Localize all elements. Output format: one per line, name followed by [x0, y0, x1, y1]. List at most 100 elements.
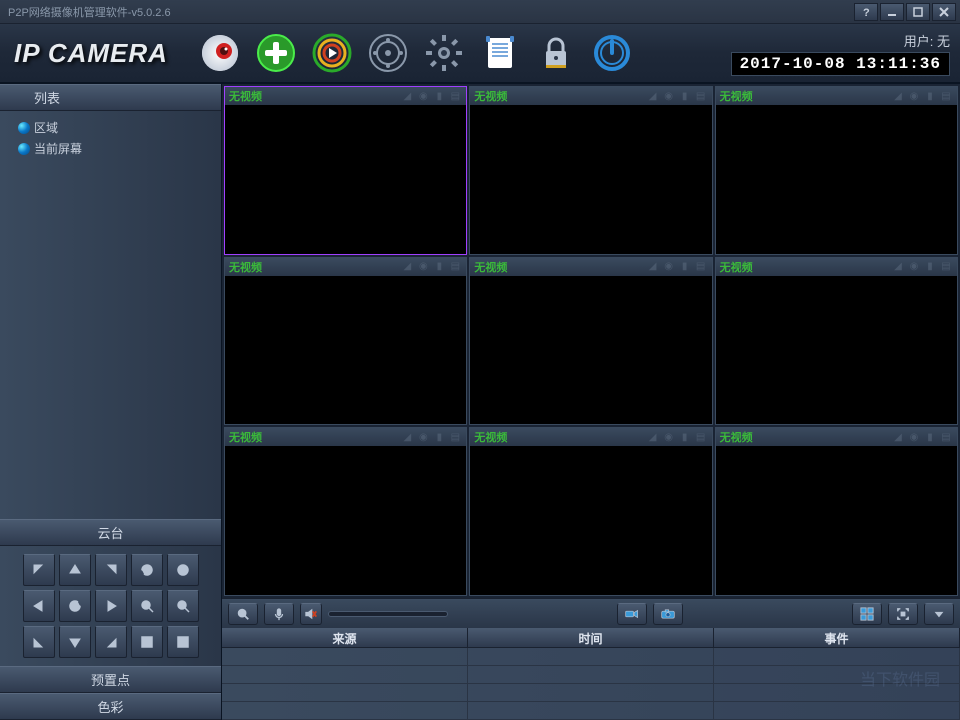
speaker-icon: ◉	[416, 430, 430, 444]
settings-button[interactable]	[422, 31, 466, 75]
event-table-body[interactable]	[222, 648, 960, 720]
video-cell-icons: ◢ ◉ ▮ ▤	[400, 260, 462, 274]
app-title: P2P网络摄像机管理软件-v5.0.2.6	[4, 4, 854, 20]
ptz-home[interactable]	[59, 590, 91, 622]
ptz-zoom-out[interactable]	[167, 590, 199, 622]
snapshot-button[interactable]	[653, 603, 683, 625]
record-icon: ▮	[923, 89, 937, 103]
speaker-icon: ◉	[416, 260, 430, 274]
ptz-down-right[interactable]	[95, 626, 127, 658]
video-cell-icons: ◢ ◉ ▮ ▤	[646, 89, 708, 103]
ptz-up[interactable]	[59, 554, 91, 586]
event-table: 来源 时间 事件	[222, 628, 960, 720]
ptz-focus-near[interactable]	[131, 626, 163, 658]
video-cell-icons: ◢ ◉ ▮ ▤	[646, 260, 708, 274]
ptz-rotate-cw[interactable]	[131, 554, 163, 586]
record-icon: ▮	[678, 260, 692, 274]
ptz-left[interactable]	[23, 590, 55, 622]
video-cell-icons: ◢ ◉ ▮ ▤	[400, 89, 462, 103]
lock-button[interactable]	[534, 31, 578, 75]
video-cell-4[interactable]: 无视频 ◢ ◉ ▮ ▤	[224, 257, 467, 426]
video-cell-header: 无视频 ◢ ◉ ▮ ▤	[470, 428, 711, 446]
volume-slider[interactable]	[328, 611, 448, 617]
video-cell-header: 无视频 ◢ ◉ ▮ ▤	[225, 87, 466, 105]
video-cell-5[interactable]: 无视频 ◢ ◉ ▮ ▤	[469, 257, 712, 426]
video-cell-icons: ◢ ◉ ▮ ▤	[891, 430, 953, 444]
preset-section-header[interactable]: 预置点	[0, 666, 221, 693]
speaker-icon: ◉	[662, 430, 676, 444]
video-cell-6[interactable]: 无视频 ◢ ◉ ▮ ▤	[715, 257, 958, 426]
window-controls: ?	[854, 3, 956, 21]
table-row	[222, 648, 960, 666]
video-cell-label: 无视频	[720, 429, 891, 445]
video-cell-7[interactable]: 无视频 ◢ ◉ ▮ ▤	[224, 427, 467, 596]
close-button[interactable]	[932, 3, 956, 21]
add-button[interactable]	[254, 31, 298, 75]
ptz-up-right[interactable]	[95, 554, 127, 586]
mic-icon: ◢	[400, 430, 414, 444]
header: IP CAMERA 用户: 无 2017-10-08 13	[0, 24, 960, 84]
search-button[interactable]	[228, 603, 258, 625]
minimize-button[interactable]	[880, 3, 904, 21]
mic-icon: ◢	[891, 260, 905, 274]
speaker-icon: ◉	[907, 430, 921, 444]
log-button[interactable]	[478, 31, 522, 75]
help-button[interactable]: ?	[854, 3, 878, 21]
dropdown-button[interactable]	[924, 603, 954, 625]
video-cell-label: 无视频	[229, 259, 400, 275]
record-icon: ▮	[923, 260, 937, 274]
record-button[interactable]	[366, 31, 410, 75]
list-section-header[interactable]: 列表	[0, 84, 221, 111]
video-cell-3[interactable]: 无视频 ◢ ◉ ▮ ▤	[715, 86, 958, 255]
ptz-section-header[interactable]: 云台	[0, 519, 221, 546]
ptz-down[interactable]	[59, 626, 91, 658]
power-button[interactable]	[590, 31, 634, 75]
mic-button[interactable]	[264, 603, 294, 625]
record-toggle-button[interactable]	[617, 603, 647, 625]
video-cell-8[interactable]: 无视频 ◢ ◉ ▮ ▤	[469, 427, 712, 596]
ptz-up-left[interactable]	[23, 554, 55, 586]
globe-icon	[18, 122, 30, 134]
tree-item-region[interactable]: 区域	[10, 117, 211, 138]
fullscreen-button[interactable]	[888, 603, 918, 625]
layout-grid-button[interactable]	[852, 603, 882, 625]
content: 无视频 ◢ ◉ ▮ ▤ 无视频 ◢ ◉ ▮ ▤ 无视频 ◢ ◉ ▮ ▤ 无视频 …	[222, 84, 960, 720]
speaker-icon: ◉	[416, 89, 430, 103]
titlebar: P2P网络摄像机管理软件-v5.0.2.6 ?	[0, 0, 960, 24]
play-button[interactable]	[310, 31, 354, 75]
col-event: 事件	[714, 628, 960, 647]
ptz-right[interactable]	[95, 590, 127, 622]
tree-item-current-screen[interactable]: 当前屏幕	[10, 138, 211, 159]
mic-icon: ◢	[400, 89, 414, 103]
ptz-controls	[0, 546, 221, 666]
snapshot-icon: ▤	[694, 430, 708, 444]
video-cell-9[interactable]: 无视频 ◢ ◉ ▮ ▤	[715, 427, 958, 596]
speaker-icon: ◉	[907, 260, 921, 274]
ptz-focus-far[interactable]	[167, 626, 199, 658]
maximize-button[interactable]	[906, 3, 930, 21]
snapshot-icon: ▤	[448, 430, 462, 444]
device-tree: 区域 当前屏幕	[0, 111, 221, 519]
video-cell-2[interactable]: 无视频 ◢ ◉ ▮ ▤	[469, 86, 712, 255]
color-section-header[interactable]: 色彩	[0, 693, 221, 720]
snapshot-icon: ▤	[939, 430, 953, 444]
record-icon: ▮	[923, 430, 937, 444]
main-toolbar	[198, 31, 634, 75]
video-cell-icons: ◢ ◉ ▮ ▤	[891, 260, 953, 274]
video-cell-label: 无视频	[229, 429, 400, 445]
record-icon: ▮	[678, 89, 692, 103]
ptz-zoom-in[interactable]	[131, 590, 163, 622]
video-cell-1[interactable]: 无视频 ◢ ◉ ▮ ▤	[224, 86, 467, 255]
video-cell-label: 无视频	[474, 429, 645, 445]
video-cell-label: 无视频	[229, 88, 400, 104]
snapshot-icon: ▤	[939, 89, 953, 103]
video-cell-icons: ◢ ◉ ▮ ▤	[891, 89, 953, 103]
globe-icon	[18, 143, 30, 155]
mute-button[interactable]	[300, 603, 322, 625]
user-info: 用户: 无	[904, 31, 950, 50]
ptz-down-left[interactable]	[23, 626, 55, 658]
ptz-iris-open[interactable]	[167, 554, 199, 586]
snapshot-icon: ▤	[448, 89, 462, 103]
col-source: 来源	[222, 628, 468, 647]
camera-button[interactable]	[198, 31, 242, 75]
